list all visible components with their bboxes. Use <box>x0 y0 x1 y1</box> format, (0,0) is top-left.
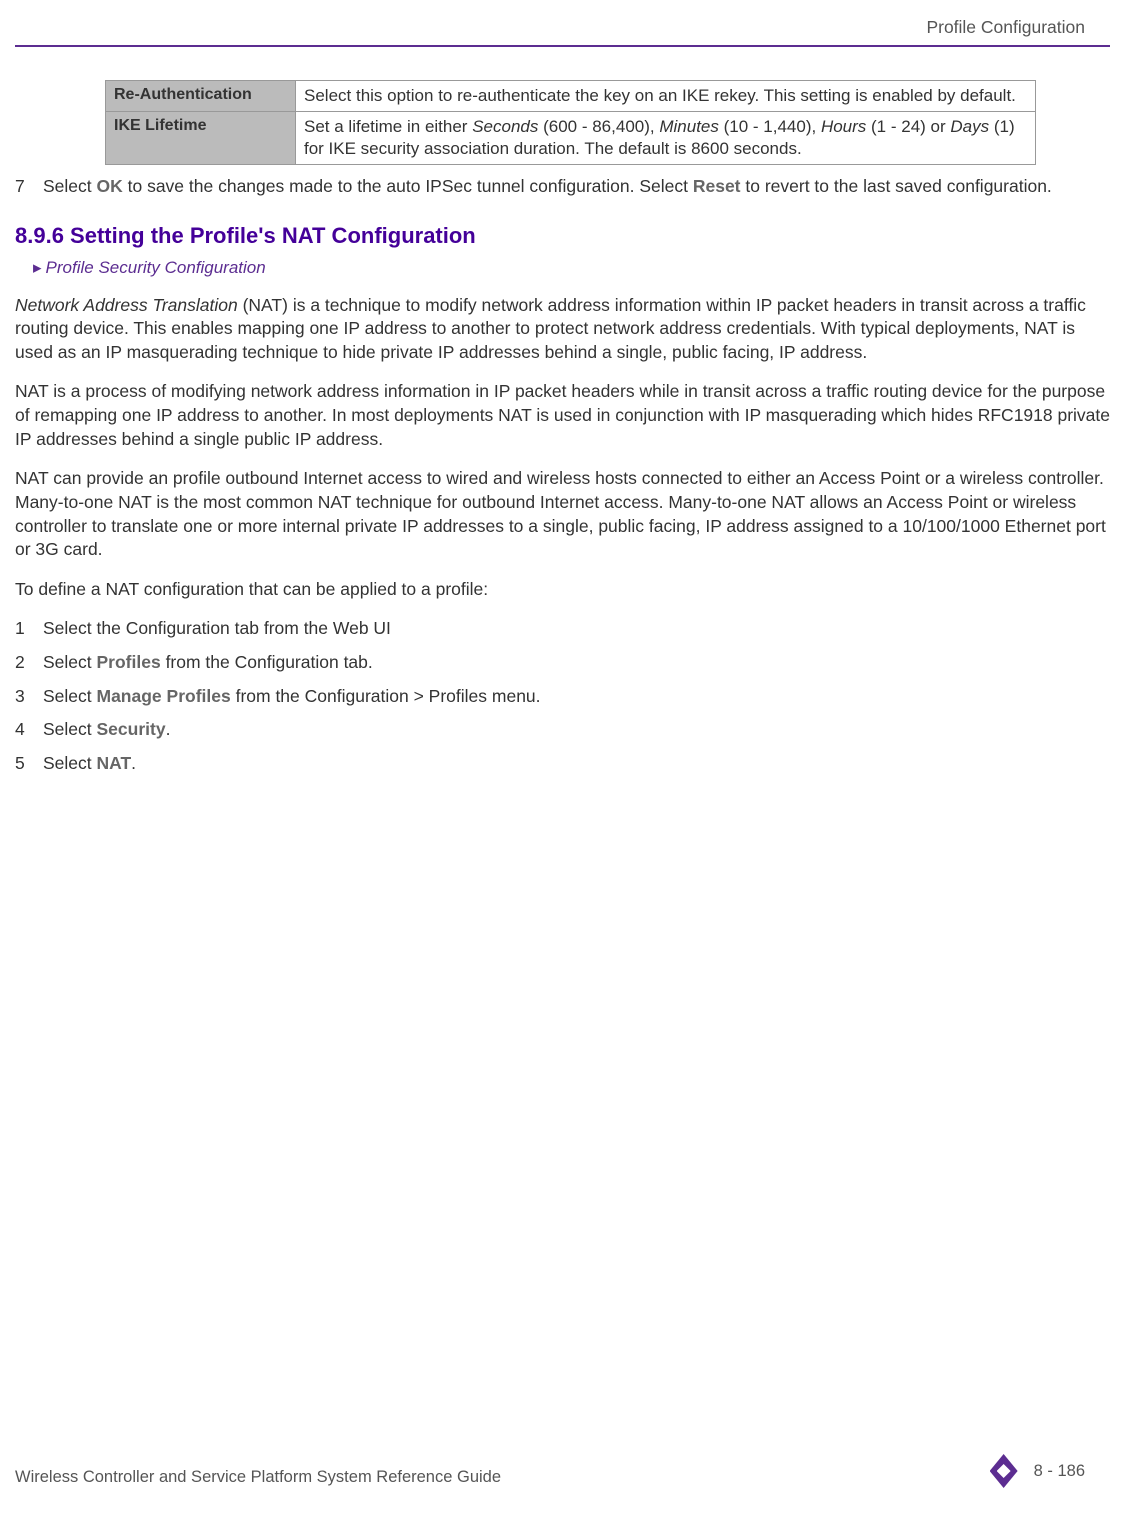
paragraph: NAT can provide an profile outbound Inte… <box>15 467 1110 562</box>
step-body: Select Manage Profiles from the Configur… <box>43 685 1110 709</box>
text-frag: (10 - 1,440), <box>719 117 821 136</box>
step-number: 3 <box>15 685 43 709</box>
paragraph: To define a NAT configuration that can b… <box>15 578 1110 602</box>
step-number: 1 <box>15 617 43 641</box>
header-divider <box>15 45 1110 47</box>
page-footer: Wireless Controller and Service Platform… <box>15 1454 1085 1488</box>
paragraph: NAT is a process of modifying network ad… <box>15 380 1110 451</box>
footer-right: 8 - 186 <box>990 1454 1085 1488</box>
breadcrumb: ▸Profile Security Configuration <box>33 257 1110 280</box>
text-em: Seconds <box>472 117 538 136</box>
text-frag: from the Configuration > Profiles menu. <box>231 686 541 706</box>
table-row: IKE Lifetime Set a lifetime in either Se… <box>106 112 1036 165</box>
step-body: Select Profiles from the Configuration t… <box>43 651 1110 675</box>
parameter-table: Re-Authentication Select this option to … <box>105 80 1036 165</box>
text-frag: Select <box>43 753 97 773</box>
text-frag: Select the Configuration tab from the We… <box>43 618 391 638</box>
page-number: 8 - 186 <box>1034 1460 1085 1482</box>
table-row: Re-Authentication Select this option to … <box>106 81 1036 112</box>
ui-ref: Profiles <box>97 652 161 672</box>
step-5: 5 Select NAT. <box>15 752 1110 776</box>
step-2: 2 Select Profiles from the Configuration… <box>15 651 1110 675</box>
param-label: IKE Lifetime <box>106 112 296 165</box>
text-frag: Select <box>43 652 97 672</box>
text-frag: (1 - 24) or <box>866 117 950 136</box>
text-frag: Select <box>43 686 97 706</box>
step-3: 3 Select Manage Profiles from the Config… <box>15 685 1110 709</box>
step-body: Select NAT. <box>43 752 1110 776</box>
footer-left-text: Wireless Controller and Service Platform… <box>15 1466 501 1488</box>
param-desc: Set a lifetime in either Seconds (600 - … <box>296 112 1036 165</box>
ui-ok: OK <box>97 176 123 196</box>
param-label: Re-Authentication <box>106 81 296 112</box>
section-heading: 8.9.6 Setting the Profile's NAT Configur… <box>15 221 1110 251</box>
param-desc: Select this option to re-authenticate th… <box>296 81 1036 112</box>
text-frag: . <box>131 753 136 773</box>
breadcrumb-text: Profile Security Configuration <box>46 258 266 277</box>
step-body: Select the Configuration tab from the We… <box>43 617 1110 641</box>
ui-ref: Manage Profiles <box>97 686 231 706</box>
page-content: Re-Authentication Select this option to … <box>15 80 1110 786</box>
text-frag: Select <box>43 176 97 196</box>
brand-logo-icon <box>990 1454 1020 1488</box>
text-em: Days <box>950 117 989 136</box>
step-7: 7 Select OK to save the changes made to … <box>15 175 1110 199</box>
text-em: Network Address Translation <box>15 295 238 315</box>
paragraph: Network Address Translation (NAT) is a t… <box>15 294 1110 365</box>
text-frag: . <box>166 719 171 739</box>
text-frag: to save the changes made to the auto IPS… <box>123 176 693 196</box>
text-frag: Set a lifetime in either <box>304 117 472 136</box>
ui-ref: Security <box>97 719 166 739</box>
ui-reset: Reset <box>693 176 741 196</box>
text-frag: (600 - 86,400), <box>538 117 659 136</box>
text-frag: Select <box>43 719 97 739</box>
chevron-right-icon: ▸ <box>33 258 42 277</box>
text-em: Minutes <box>659 117 719 136</box>
text-frag: to revert to the last saved configuratio… <box>741 176 1052 196</box>
step-body: Select OK to save the changes made to th… <box>43 175 1110 199</box>
step-number: 2 <box>15 651 43 675</box>
step-number: 7 <box>15 175 43 199</box>
step-number: 5 <box>15 752 43 776</box>
step-body: Select Security. <box>43 718 1110 742</box>
step-4: 4 Select Security. <box>15 718 1110 742</box>
text-em: Hours <box>821 117 866 136</box>
step-1: 1 Select the Configuration tab from the … <box>15 617 1110 641</box>
text-frag: from the Configuration tab. <box>161 652 373 672</box>
header-title-right: Profile Configuration <box>926 16 1085 40</box>
ui-ref: NAT <box>97 753 132 773</box>
step-number: 4 <box>15 718 43 742</box>
